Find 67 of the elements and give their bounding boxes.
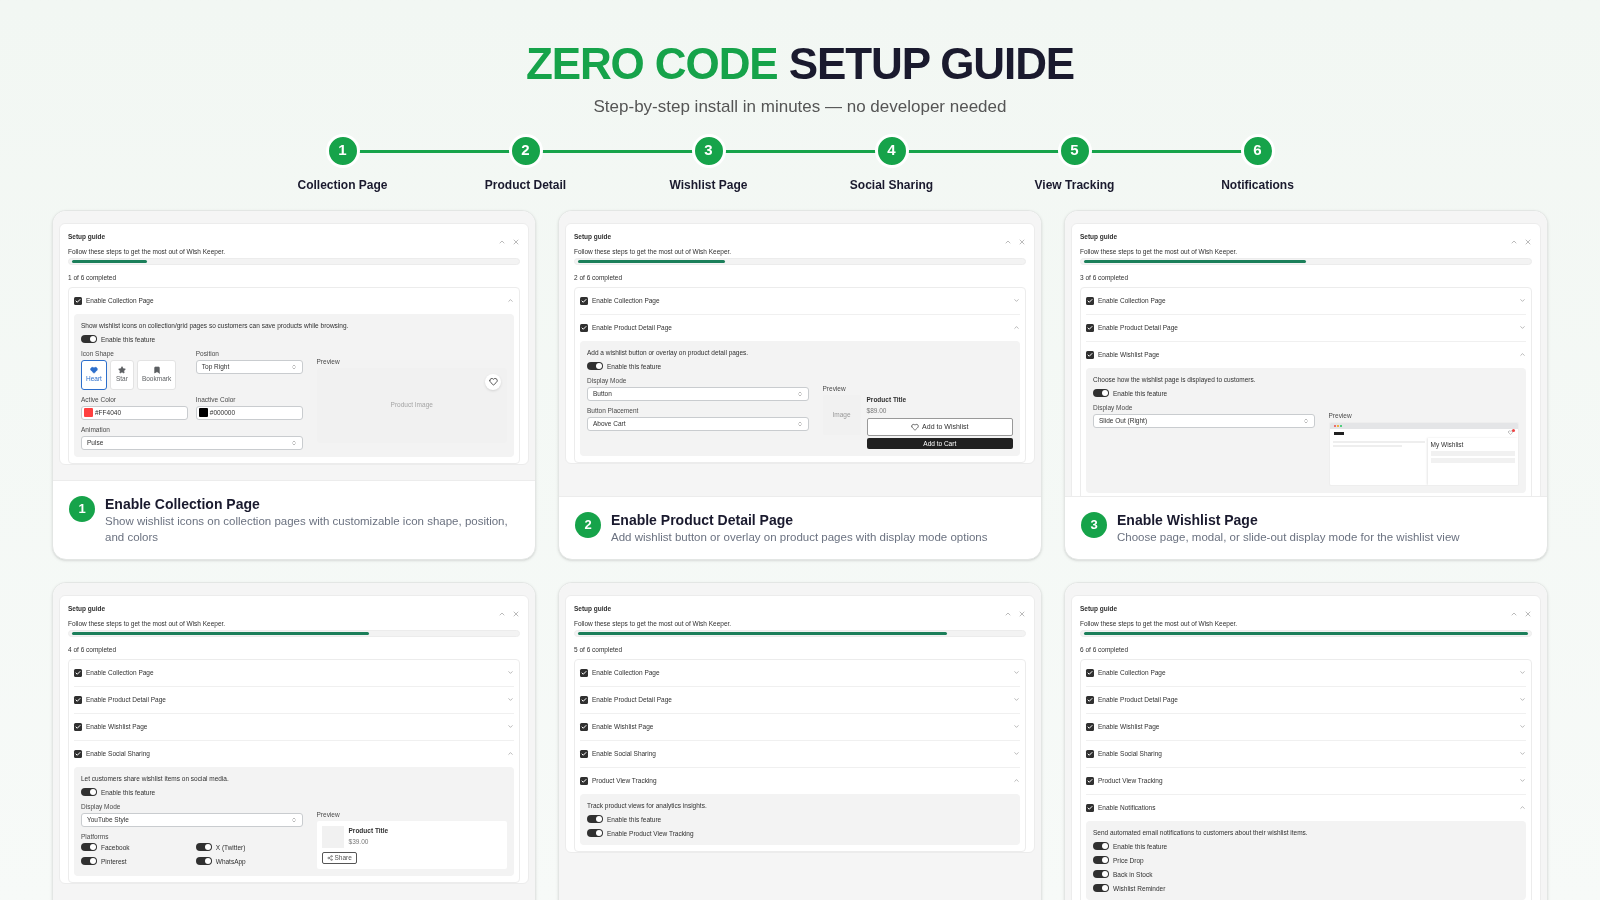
checkbox[interactable] <box>580 695 588 704</box>
checkbox[interactable] <box>74 695 82 704</box>
checkbox[interactable] <box>1086 695 1094 704</box>
toggle-switch[interactable] <box>1093 870 1109 878</box>
step-label: View Tracking <box>1034 176 1115 194</box>
checkbox[interactable] <box>74 749 82 758</box>
checkbox[interactable] <box>1086 296 1094 305</box>
step-number-badge: 2 <box>575 511 601 538</box>
toggle-switch[interactable] <box>195 843 212 851</box>
checkbox[interactable] <box>580 722 588 731</box>
heart-icon <box>89 366 98 374</box>
card-title: Enable Collection Page <box>105 494 261 513</box>
checkbox[interactable] <box>1086 722 1094 731</box>
select-arrows-icon <box>290 363 297 370</box>
heart-icon <box>911 423 920 431</box>
heart-badge-icon <box>1508 430 1514 436</box>
checkbox[interactable] <box>1086 776 1094 785</box>
card-description: Add wishlist button or overlay on product pages with display mode options <box>611 529 988 545</box>
step-label: Social Sharing <box>849 176 934 194</box>
bookmark-icon <box>152 366 161 374</box>
toggle-switch[interactable] <box>587 815 603 823</box>
step-label: Notifications <box>1221 176 1294 194</box>
toggle-switch[interactable] <box>587 829 603 837</box>
heart-button[interactable] <box>485 373 501 390</box>
star-icon <box>117 366 126 374</box>
toggle-switch[interactable] <box>81 788 97 796</box>
toggle-switch[interactable] <box>1093 856 1109 864</box>
checkbox[interactable] <box>1086 749 1094 758</box>
select-arrows-icon <box>290 816 297 823</box>
toggle-switch[interactable] <box>1093 389 1109 397</box>
checkbox[interactable] <box>580 776 588 785</box>
page-title: ZERO CODE SETUP GUIDE <box>525 38 1075 90</box>
step-number-badge: 3 <box>1081 511 1107 538</box>
toggle-switch[interactable] <box>81 857 97 865</box>
checkbox[interactable] <box>1086 668 1094 677</box>
checkbox[interactable] <box>580 323 588 332</box>
share-icon <box>326 854 333 861</box>
toggle-switch[interactable] <box>81 335 97 343</box>
card-description: Show wishlist icons on collection pages with customizable icon shape, position, and colors <box>105 513 509 545</box>
checkbox[interactable] <box>580 668 588 677</box>
checkbox[interactable] <box>1086 350 1094 359</box>
toggle-switch[interactable] <box>1093 842 1109 850</box>
toggle-switch[interactable] <box>1093 884 1109 892</box>
checkbox[interactable] <box>74 296 82 305</box>
checkbox[interactable] <box>74 668 82 677</box>
page-subtitle: Step-by-step install in minutes — no developer needed <box>593 96 1007 118</box>
toggle-switch[interactable] <box>81 843 97 851</box>
select-arrows-icon <box>1302 417 1309 424</box>
step-label: Product Detail <box>484 176 567 194</box>
checkbox[interactable] <box>74 722 82 731</box>
checkbox[interactable] <box>1086 323 1094 332</box>
card-title: Enable Wishlist Page <box>1117 510 1259 529</box>
step-label: Collection Page <box>297 176 388 194</box>
logo-bar <box>1333 431 1344 435</box>
toggle-switch[interactable] <box>195 857 212 865</box>
toggle-switch[interactable] <box>587 362 603 370</box>
step-label: Wishlist Page <box>669 176 748 194</box>
card-title: Enable Product Detail Page <box>611 510 795 529</box>
step-number-badge: 1 <box>69 495 95 522</box>
checkbox[interactable] <box>580 296 588 305</box>
select-arrows-icon <box>796 390 803 397</box>
heart-icon <box>488 377 498 386</box>
checkbox[interactable] <box>1086 803 1094 812</box>
card-description: Choose page, modal, or slide-out display mode for the wishlist view <box>1117 529 1460 545</box>
select-arrows-icon <box>796 420 803 427</box>
select-arrows-icon <box>290 439 297 446</box>
checkbox[interactable] <box>580 749 588 758</box>
